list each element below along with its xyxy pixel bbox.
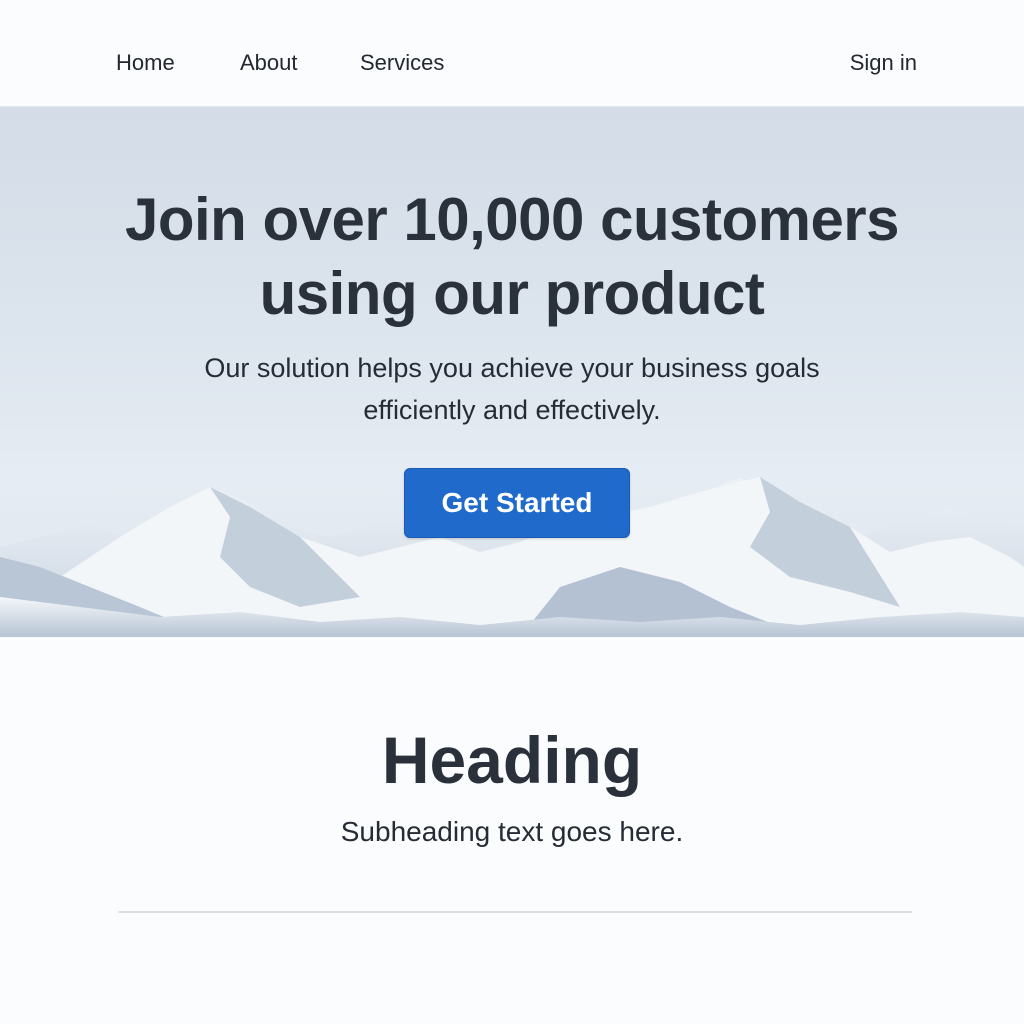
hero-section: Join over 10,000 customers using our pro…: [0, 107, 1024, 637]
hero-title-line-1: Join over 10,000 customers: [124, 186, 900, 253]
hero-subtitle-line-1: Our solution helps you achieve your busi…: [204, 353, 820, 383]
get-started-button[interactable]: Get Started: [404, 468, 630, 538]
hero-title-line-2: using our product: [259, 260, 765, 327]
nav-link-home[interactable]: Home: [116, 48, 175, 78]
section-subheading: Subheading text goes here.: [340, 816, 684, 847]
sign-in-link[interactable]: Sign in: [850, 48, 917, 78]
hero-subtitle-line-2: efficiently and effectively.: [363, 395, 661, 425]
nav-link-services[interactable]: Services: [360, 48, 444, 78]
top-navigation: Home About Services Sign in: [0, 0, 1024, 107]
hero-title: Join over 10,000 customers using our pro…: [0, 183, 1024, 331]
nav-link-about[interactable]: About: [240, 48, 298, 78]
section-heading: Heading: [381, 723, 643, 797]
landing-page: Home About Services Sign in Join over 10…: [0, 0, 1024, 1024]
section-divider: [118, 911, 912, 913]
hero-subtitle: Our solution helps you achieve your busi…: [180, 347, 844, 431]
